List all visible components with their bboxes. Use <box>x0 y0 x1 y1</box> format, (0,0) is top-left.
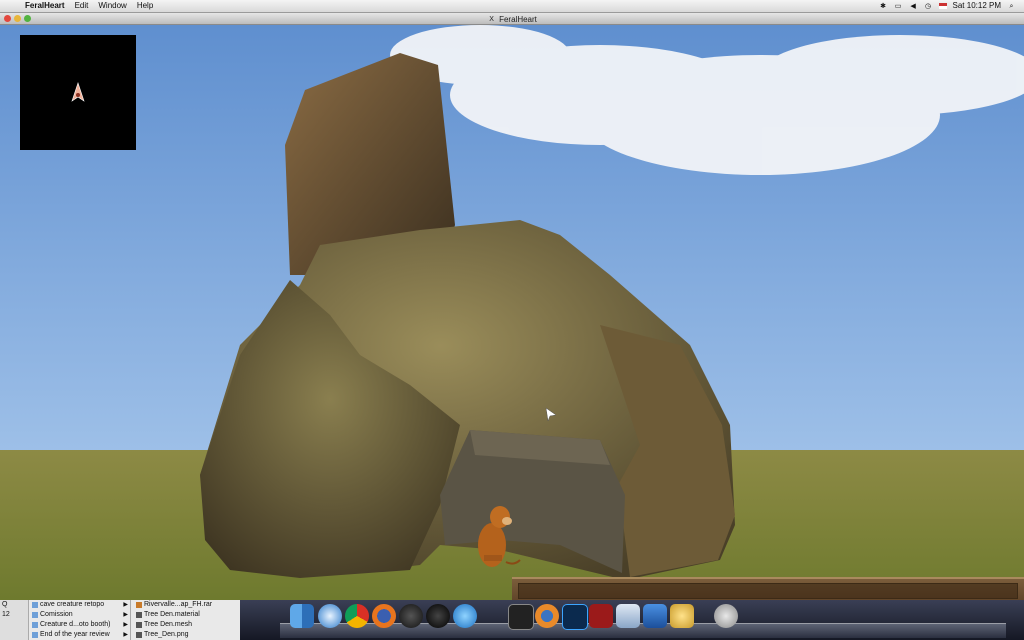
chat-input-field[interactable] <box>518 583 1018 599</box>
flag-icon[interactable] <box>938 3 947 9</box>
folder-item[interactable]: Comission ▶ <box>30 610 130 620</box>
file-icon <box>136 622 142 628</box>
file-item[interactable]: Rivervalle...ap_FH.rar <box>134 600 238 610</box>
file-item[interactable]: Tree Den.material <box>134 610 238 620</box>
folder-item[interactable]: Creature d...oto booth) ▶ <box>30 620 130 630</box>
menu-bar: FeralHeart Edit Window Help ✱ ▭ ◀ ◷ Sat … <box>0 0 1024 13</box>
folder-icon <box>32 622 38 628</box>
menu-help[interactable]: Help <box>137 0 153 12</box>
folder-icon <box>32 612 38 618</box>
apple-icon[interactable] <box>6 0 15 9</box>
game-viewport[interactable] <box>0 25 1024 600</box>
window-title: FeralHeart <box>499 15 537 24</box>
battery-icon[interactable]: ▭ <box>894 2 903 11</box>
menu-clock[interactable]: Sat 10:12 PM <box>953 0 1001 12</box>
x11-icon: X <box>489 16 494 23</box>
image-file-icon <box>136 632 142 638</box>
volume-icon[interactable]: ◀ <box>909 2 918 11</box>
close-window-button[interactable] <box>4 15 11 22</box>
itunes-icon[interactable] <box>453 604 477 628</box>
dashboard-icon[interactable] <box>426 604 450 628</box>
chevron-right-icon: ▶ <box>123 632 128 638</box>
safari-icon[interactable] <box>318 604 342 628</box>
finder-column-0: Q 12 <box>0 600 29 640</box>
finder-icon[interactable] <box>290 604 314 628</box>
folder-item[interactable]: End of the year review ▶ <box>30 630 130 640</box>
finder-window: Q 12 cave creature retopo ▶ Comission ▶ Cr… <box>0 600 240 640</box>
file-icon <box>136 612 142 618</box>
finder-col0-item[interactable]: 12 <box>0 610 28 620</box>
spotlight-icon[interactable]: ⌕ <box>1007 2 1016 11</box>
trash-icon[interactable] <box>714 604 738 628</box>
menu-window[interactable]: Window <box>98 0 126 12</box>
bluetooth-icon[interactable]: ✱ <box>879 2 888 11</box>
xcode-icon[interactable] <box>643 604 667 628</box>
archive-icon <box>136 602 142 608</box>
folder-icon <box>32 602 38 608</box>
steam-icon[interactable] <box>399 604 423 628</box>
chevron-right-icon: ▶ <box>123 622 128 628</box>
preview-icon[interactable] <box>616 604 640 628</box>
blender-icon[interactable] <box>535 604 559 628</box>
folder-icon <box>32 632 38 638</box>
chrome-icon[interactable] <box>345 604 369 628</box>
file-item[interactable]: Tree Den.mesh <box>134 620 238 630</box>
zoom-window-button[interactable] <box>24 15 31 22</box>
finder-column-2: Rivervalle...ap_FH.rar Tree Den.material… <box>134 600 238 640</box>
firefox-icon[interactable] <box>372 604 396 628</box>
player-marker-icon <box>71 82 85 102</box>
file-item[interactable]: Tree_Den.png <box>134 630 238 640</box>
minimize-window-button[interactable] <box>14 15 21 22</box>
chevron-right-icon: ▶ <box>123 602 128 608</box>
chevron-right-icon: ▶ <box>123 612 128 618</box>
folder-item[interactable]: cave creature retopo ▶ <box>30 600 130 610</box>
finder-col0-item[interactable]: Q <box>0 600 28 610</box>
app-icon[interactable] <box>589 604 613 628</box>
window-titlebar[interactable]: X FeralHeart <box>0 13 1024 25</box>
photoshop-icon[interactable] <box>562 604 588 630</box>
time-machine-icon[interactable]: ◷ <box>924 2 933 11</box>
menu-edit[interactable]: Edit <box>75 0 89 12</box>
game-icon[interactable] <box>670 604 694 628</box>
minimap[interactable] <box>20 35 136 150</box>
terminal-icon[interactable] <box>508 604 534 630</box>
menu-app-name[interactable]: FeralHeart <box>25 0 65 12</box>
finder-column-1: cave creature retopo ▶ Comission ▶ Creatur… <box>30 600 131 640</box>
